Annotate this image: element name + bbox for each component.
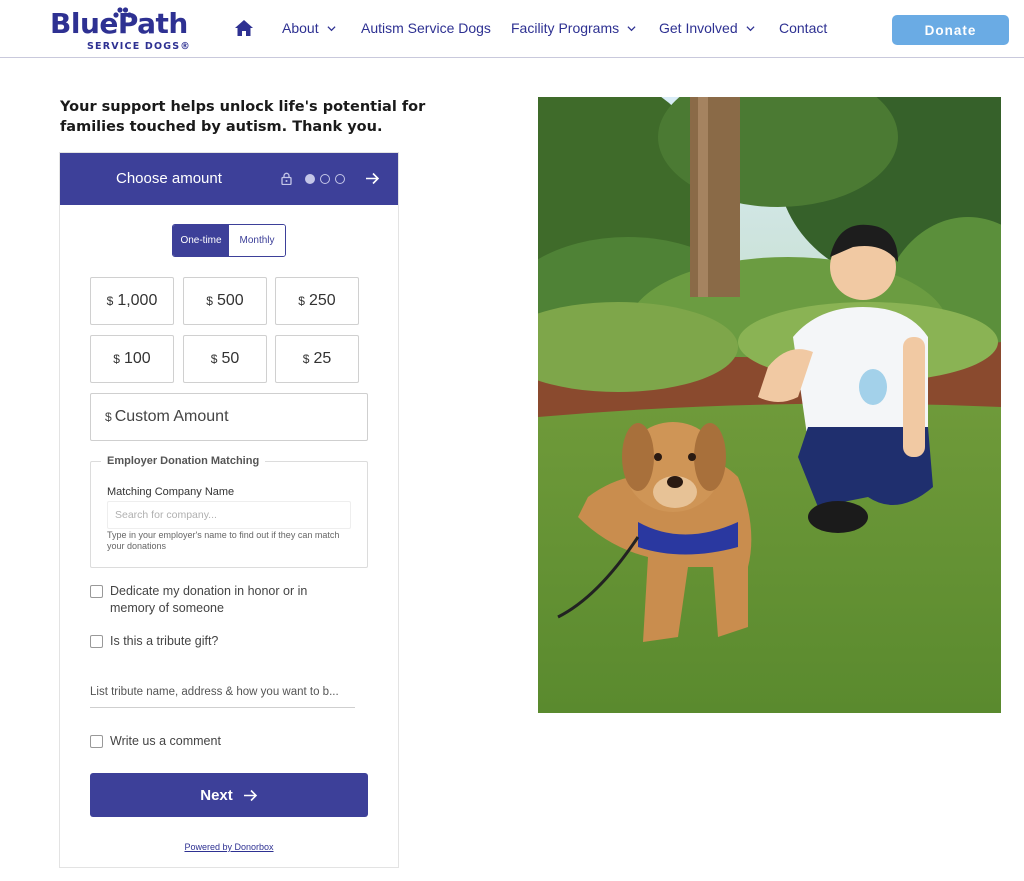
monthly-option[interactable]: Monthly — [229, 225, 285, 256]
amount-value: 100 — [123, 350, 151, 367]
home-icon[interactable] — [234, 18, 254, 38]
nav-item-autism-service-dogs[interactable]: Autism Service Dogs — [361, 20, 491, 36]
logo-wordmark: BluePath — [50, 7, 188, 40]
nav-label: Facility Programs — [511, 20, 620, 36]
chevron-down-icon — [627, 25, 636, 31]
custom-amount-input[interactable]: $ Custom Amount — [90, 393, 368, 441]
matching-company-label: Matching Company Name — [107, 486, 235, 498]
employer-matching-legend: Employer Donation Matching — [101, 455, 266, 467]
amount-option-50[interactable]: $ 50 — [183, 335, 267, 383]
arrow-right-icon[interactable] — [365, 171, 380, 186]
nav-label: About — [282, 20, 319, 36]
step-dot-3 — [335, 174, 345, 184]
tribute-checkbox[interactable] — [90, 635, 103, 648]
matching-help-text: Type in your employer's name to find out… — [107, 530, 340, 551]
currency-symbol: $ — [113, 352, 120, 366]
nav-item-facility-programs[interactable]: Facility Programs — [511, 20, 636, 36]
powered-by-donorbox-link[interactable]: Powered by Donorbox — [60, 842, 398, 852]
lock-icon — [281, 172, 292, 185]
next-button-label: Next — [200, 786, 233, 804]
donation-widget: Choose amount One-time Monthly $ 1,000 $… — [59, 152, 399, 868]
nav-item-about[interactable]: About — [282, 20, 336, 36]
comment-checkbox[interactable] — [90, 735, 103, 748]
nav-item-contact[interactable]: Contact — [779, 20, 827, 36]
currency-symbol: $ — [106, 294, 114, 308]
intro-text: Your support helps unlock life's potenti… — [60, 99, 426, 135]
dedicate-checkbox-row[interactable]: Dedicate my donation in honor or in memo… — [90, 583, 330, 617]
bluepath-logo[interactable]: BluePath SERVICE DOGS® — [50, 6, 190, 54]
boy-with-service-dog-photo — [538, 97, 1001, 713]
currency-symbol: $ — [210, 352, 218, 366]
chevron-down-icon — [327, 25, 336, 31]
nav-item-get-involved[interactable]: Get Involved — [659, 20, 755, 36]
amount-value: 500 — [216, 292, 244, 309]
tribute-label: Is this a tribute gift? — [110, 634, 219, 648]
nav-label: Get Involved — [659, 20, 738, 36]
employer-matching-section: Employer Donation Matching Matching Comp… — [90, 455, 368, 568]
amount-value: 1,000 — [117, 292, 158, 309]
step-dot-1 — [305, 174, 315, 184]
tribute-details-input[interactable]: List tribute name, address & how you wan… — [90, 684, 355, 708]
amount-value: 250 — [308, 292, 336, 309]
tribute-checkbox-row[interactable]: Is this a tribute gift? — [90, 633, 218, 650]
matching-company-search-input[interactable]: Search for company... — [107, 501, 351, 529]
step-indicator — [305, 174, 345, 184]
donate-button[interactable]: Donate — [892, 15, 1009, 45]
photo-illustration — [538, 97, 1001, 713]
widget-header: Choose amount — [60, 153, 398, 205]
amount-option-25[interactable]: $ 25 — [275, 335, 359, 383]
currency-symbol: $ — [206, 294, 213, 308]
amount-value: 25 — [313, 350, 332, 367]
amount-option-500[interactable]: $ 500 — [183, 277, 267, 325]
comment-checkbox-row[interactable]: Write us a comment — [90, 733, 221, 750]
frequency-toggle: One-time Monthly — [172, 224, 286, 257]
next-button[interactable]: Next — [90, 773, 368, 817]
nav-label: Contact — [779, 20, 828, 36]
site-header: BluePath SERVICE DOGS® About Autism Serv… — [0, 0, 1024, 58]
nav-label: Autism Service Dogs — [361, 20, 491, 36]
amount-option-250[interactable]: $ 250 — [275, 277, 359, 325]
amount-value: 50 — [221, 350, 240, 367]
one-time-option[interactable]: One-time — [173, 225, 229, 256]
amount-option-100[interactable]: $ 100 — [90, 335, 174, 383]
dedicate-checkbox[interactable] — [90, 585, 103, 598]
chevron-down-icon — [746, 25, 755, 31]
step-dot-2 — [320, 174, 330, 184]
amount-option-1000[interactable]: $ 1,000 — [90, 277, 174, 325]
arrow-right-icon — [243, 789, 257, 801]
custom-amount-placeholder: Custom Amount — [114, 408, 229, 425]
currency-symbol: $ — [105, 410, 112, 424]
dedicate-label: Dedicate my donation in honor or in memo… — [110, 584, 308, 615]
currency-symbol: $ — [298, 294, 305, 308]
currency-symbol: $ — [302, 352, 310, 366]
logo-tagline: SERVICE DOGS® — [87, 41, 192, 52]
widget-header-title: Choose amount — [116, 170, 222, 187]
comment-label: Write us a comment — [110, 734, 221, 748]
